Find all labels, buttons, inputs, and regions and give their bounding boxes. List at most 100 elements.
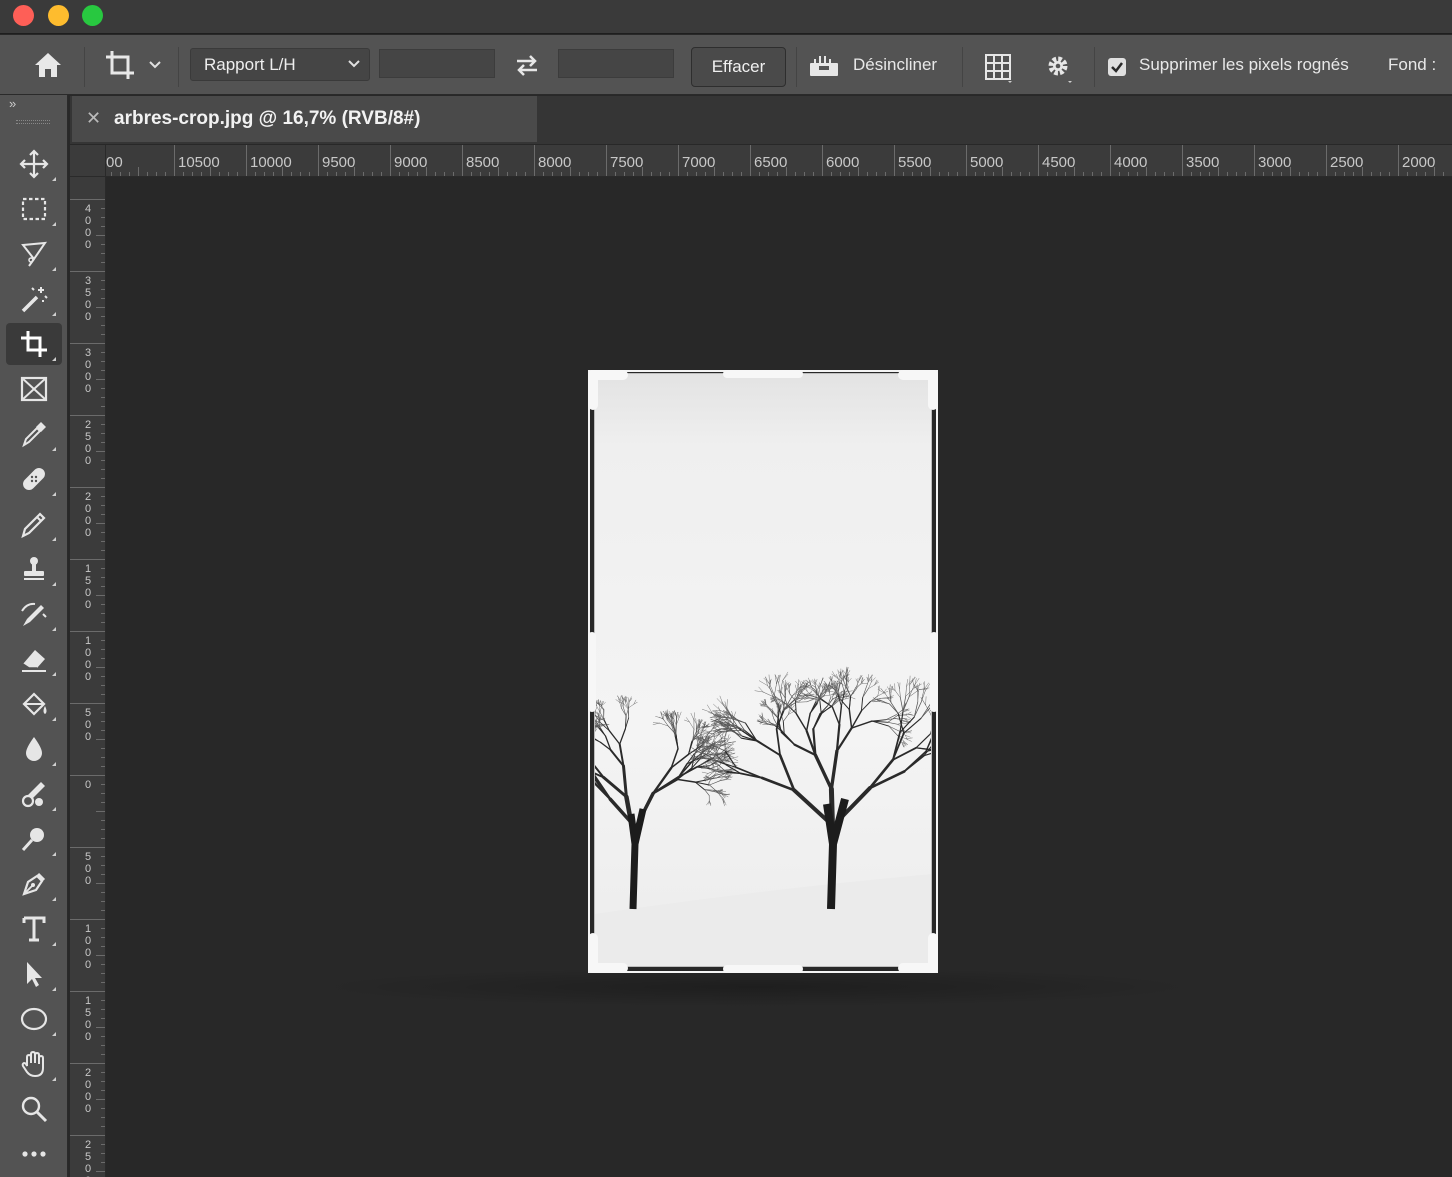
- delete-pixels-checkbox[interactable]: [1108, 58, 1126, 76]
- ruler-tick: [1038, 145, 1039, 176]
- ruler-minor-tick: [1146, 167, 1147, 176]
- width-field[interactable]: [379, 49, 495, 78]
- ruler-minor-tick: [96, 523, 105, 524]
- ruler-label: 2500: [84, 1139, 92, 1177]
- brush-tool[interactable]: [6, 503, 62, 545]
- straighten-button[interactable]: Désincliner: [853, 55, 937, 75]
- grid-overlay-icon[interactable]: [980, 51, 1016, 83]
- collapse-panel-icon[interactable]: »: [9, 96, 16, 111]
- crop-handle-right[interactable]: [930, 632, 938, 712]
- ruler-label: 2500: [1330, 154, 1364, 171]
- crop-icon: [21, 331, 47, 357]
- crop-handle-left[interactable]: [588, 632, 596, 712]
- crop-tool[interactable]: [6, 323, 62, 365]
- ruler-label: 6000: [826, 154, 860, 171]
- crop-preset-picker[interactable]: [98, 47, 168, 83]
- ruler-minor-tick: [96, 307, 105, 308]
- height-field[interactable]: [558, 49, 674, 78]
- hand-icon: [21, 1050, 44, 1078]
- zoom-window-button[interactable]: [82, 5, 103, 26]
- paint-bucket-tool[interactable]: [6, 683, 62, 725]
- zoom-tool[interactable]: [6, 1088, 62, 1130]
- ruler-origin[interactable]: [70, 145, 106, 177]
- ruler-minor-tick: [570, 167, 571, 176]
- dodge-icon: [21, 828, 44, 852]
- ruler-label: 4000: [1114, 154, 1148, 171]
- ruler-label: 1000: [84, 635, 92, 683]
- frame-tool[interactable]: [6, 368, 62, 410]
- close-window-button[interactable]: [13, 5, 34, 26]
- ratio-dropdown[interactable]: Rapport L/H: [190, 48, 370, 81]
- ruler-minor-tick: [1002, 167, 1003, 176]
- move-tool[interactable]: [6, 143, 62, 185]
- ruler-minor-tick: [96, 955, 105, 956]
- history-brush-tool[interactable]: [6, 593, 62, 635]
- checkmark-icon: [1111, 62, 1123, 73]
- lasso-tool[interactable]: [6, 233, 62, 275]
- ruler-minor-tick: [786, 167, 787, 176]
- ellipse-tool[interactable]: [6, 998, 62, 1040]
- hand-tool[interactable]: [6, 1043, 62, 1085]
- ruler-minor-tick: [96, 235, 105, 236]
- healing-brush-tool[interactable]: [6, 458, 62, 500]
- ruler-minor-tick: [96, 379, 105, 380]
- ruler-tick: [174, 145, 175, 176]
- ruler-tick: [70, 1063, 105, 1064]
- stamp-tool[interactable]: [6, 548, 62, 590]
- swap-icon[interactable]: [510, 51, 544, 79]
- ruler-tick: [822, 145, 823, 176]
- ruler-label: 5500: [898, 154, 932, 171]
- minimize-window-button[interactable]: [48, 5, 69, 26]
- ruler-tick: [70, 343, 105, 344]
- document-tab-bar: ✕ arbres-crop.jpg @ 16,7% (RVB/8#): [70, 96, 1452, 144]
- vertical-ruler[interactable]: 4000 3500 3000 2500 2000 1500 1000 500 0 500 1000 1…: [70, 177, 106, 1177]
- home-icon[interactable]: [30, 49, 66, 81]
- clear-button[interactable]: Effacer: [691, 47, 786, 87]
- separator: [178, 47, 179, 87]
- horizontal-ruler[interactable]: 00 10500 10000 9500 9000 8500 8000 7500 7000 6500…: [106, 145, 1452, 177]
- snowy-trees-image: [595, 374, 931, 966]
- dodge-tool[interactable]: [6, 818, 62, 860]
- ruler-tick: [750, 145, 751, 176]
- marquee-tool[interactable]: [6, 188, 62, 230]
- magnifier-icon: [21, 1096, 48, 1123]
- smudge-tool[interactable]: [6, 773, 62, 815]
- crop-handle-bottom-left[interactable]: [588, 933, 598, 973]
- ruler-minor-tick: [96, 739, 105, 740]
- pen-tool[interactable]: [6, 863, 62, 905]
- drop-icon: [26, 737, 42, 761]
- ruler-minor-tick: [96, 811, 105, 812]
- ruler-minor-tick: [930, 167, 931, 176]
- delete-pixels-label: Supprimer les pixels rognés: [1139, 55, 1349, 74]
- eyedropper-tool[interactable]: [6, 413, 62, 455]
- ruler-tick: [1398, 145, 1399, 176]
- path-selection-tool[interactable]: [6, 953, 62, 995]
- eraser-tool[interactable]: [6, 638, 62, 680]
- more-tools[interactable]: [6, 1133, 62, 1175]
- crop-handle-bottom-right[interactable]: [928, 933, 938, 973]
- stamp-icon: [24, 557, 44, 580]
- panel-grip[interactable]: [16, 120, 50, 124]
- type-tool[interactable]: [6, 908, 62, 950]
- magic-wand-tool[interactable]: [6, 278, 62, 320]
- crop-handle-bottom[interactable]: [723, 965, 803, 973]
- document-tab[interactable]: ✕ arbres-crop.jpg @ 16,7% (RVB/8#): [72, 96, 537, 142]
- fill-label[interactable]: Fond :: [1388, 55, 1436, 75]
- ellipse-icon: [20, 1007, 48, 1031]
- ruler-label: 6500: [754, 154, 788, 171]
- ruler-minor-tick: [642, 167, 643, 176]
- ruler-label: 9500: [322, 154, 356, 171]
- gear-icon[interactable]: [1040, 51, 1076, 83]
- crop-handle-top-left[interactable]: [588, 370, 598, 410]
- ruler-label: 10000: [250, 154, 292, 171]
- blur-tool[interactable]: [6, 728, 62, 770]
- ruler-label: 5000: [970, 154, 1004, 171]
- close-tab-icon[interactable]: ✕: [86, 108, 101, 129]
- straighten-icon[interactable]: [806, 51, 842, 81]
- crop-handle-top-right[interactable]: [928, 370, 938, 410]
- crop-handle-top[interactable]: [723, 370, 803, 378]
- ruler-tick: [534, 145, 535, 176]
- document-canvas[interactable]: [106, 177, 1452, 1177]
- history-brush-icon: [21, 602, 47, 626]
- ruler-minor-tick: [858, 167, 859, 176]
